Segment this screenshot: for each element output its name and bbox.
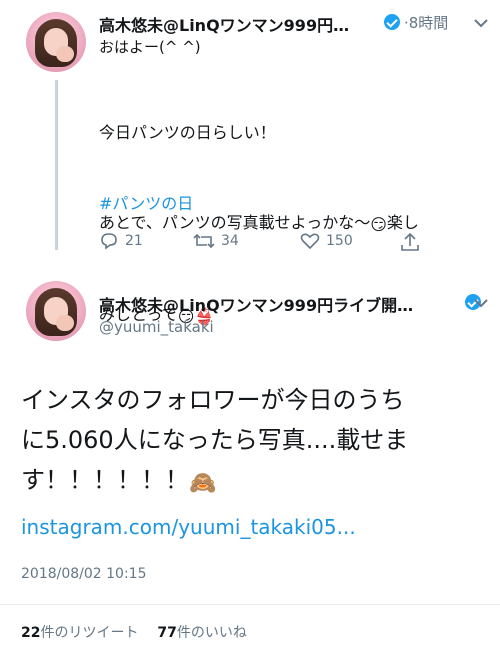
display-name[interactable]: 高木悠未@LinQワンマン999円…: [99, 12, 349, 36]
tweet-time[interactable]: ·8時間: [404, 12, 448, 33]
tweet-text-line-2: に5.060人になったら写真....載せま: [21, 426, 409, 454]
tweet-text-line-3: す！！！！！！🙈: [21, 460, 491, 504]
see-no-evil-monkey-emoji-icon: 🙈: [189, 471, 217, 496]
retweet-stat[interactable]: 22件のリツイート: [21, 625, 138, 641]
chevron-down-icon[interactable]: [474, 18, 488, 28]
divider: [0, 604, 500, 605]
verified-badge-icon: [384, 14, 400, 30]
avatar[interactable]: [26, 12, 86, 72]
engagement-stats: 22件のリツイート 77件のいいね: [21, 622, 247, 642]
retweet-button[interactable]: 34: [193, 232, 239, 250]
retweet-count: 34: [221, 233, 239, 249]
like-stat[interactable]: 77件のいいね: [157, 625, 246, 641]
user-handle[interactable]: @yuumi_takaki: [99, 318, 214, 336]
thread-connector-line: [55, 80, 58, 250]
reply-count: 21: [125, 233, 143, 249]
like-button[interactable]: 150: [300, 232, 353, 250]
tweet-text-line-1: インスタのフォロワーが今日のうち: [21, 386, 405, 414]
display-name[interactable]: 高木悠未@LinQワンマン999円ライブ開…: [99, 292, 413, 316]
like-count: 150: [326, 233, 353, 249]
chevron-down-icon[interactable]: [474, 298, 488, 308]
share-button[interactable]: [400, 232, 420, 252]
avatar[interactable]: [26, 281, 86, 341]
retweet-icon: [193, 233, 215, 249]
share-icon: [401, 232, 419, 251]
reply-icon: [101, 233, 117, 250]
tweet-line-1: 今日パンツの日らしい！: [99, 123, 276, 142]
instagram-link[interactable]: instagram.com/yuumi_takaki05...: [21, 515, 356, 539]
heart-icon: [300, 233, 320, 250]
smirk-emoji-icon: 😏: [370, 215, 387, 234]
tweet-timestamp[interactable]: 2018/08/02 10:15: [21, 566, 147, 582]
reply-button[interactable]: 21: [99, 232, 143, 250]
tweet-greeting: おはよー(^ ^): [99, 38, 201, 56]
tweet-text: インスタのフォロワーが今日のうち に5.060人になったら写真....載せま す…: [21, 380, 491, 504]
hashtag-link[interactable]: #パンツの日: [99, 190, 193, 214]
